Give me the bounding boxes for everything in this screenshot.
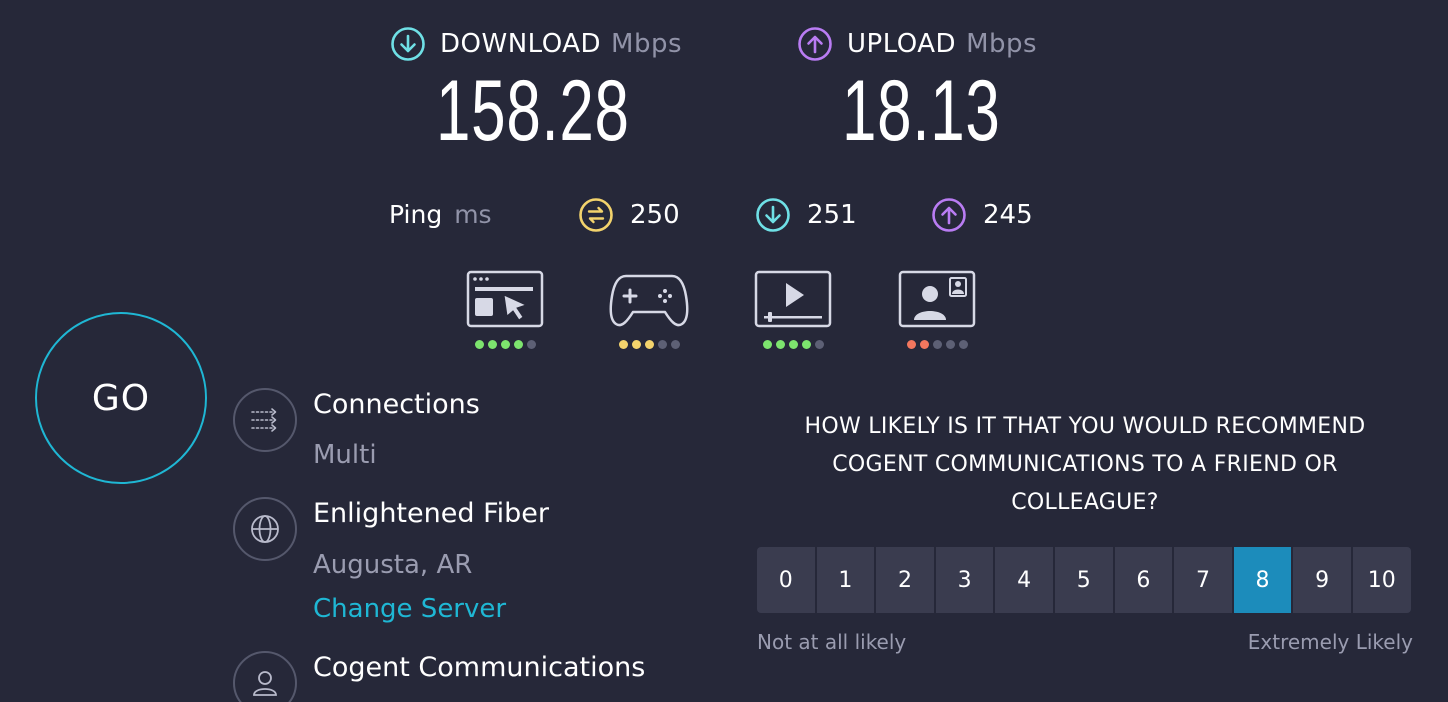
server-icon-wrap (233, 497, 297, 561)
video-streaming-icon (754, 270, 832, 328)
rating-dot (631, 340, 641, 349)
upload-latency-icon (932, 198, 966, 232)
server-title: Enlightened Fiber (313, 498, 549, 529)
video-call-icon (898, 270, 976, 328)
quality-rating-dots (618, 340, 680, 349)
score-option-9[interactable]: 9 (1293, 547, 1351, 613)
score-option-7[interactable]: 7 (1174, 547, 1232, 613)
download-label: DOWNLOAD (440, 29, 602, 59)
quality-video-streaming (754, 270, 832, 349)
rating-dot (513, 340, 523, 349)
upload-value: 18.13 (842, 63, 1001, 159)
quality-rating-dots (474, 340, 536, 349)
score-option-1[interactable]: 1 (816, 547, 875, 613)
rating-dot (644, 340, 654, 349)
survey-question: HOW LIKELY IS IT THAT YOU WOULD RECOMMEN… (804, 414, 1366, 515)
rating-dot (945, 340, 955, 349)
score-option-4[interactable]: 4 (995, 547, 1053, 613)
ping-upload-value: 245 (983, 200, 1033, 230)
idle-latency-icon (579, 198, 613, 232)
rating-dot (762, 340, 772, 349)
upload-header: UPLOAD Mbps (797, 26, 1037, 62)
rating-dot (932, 340, 942, 349)
rating-dot (775, 340, 785, 349)
download-value: 158.28 (436, 63, 630, 159)
rating-dot (474, 340, 484, 349)
gaming-icon (609, 274, 689, 327)
rating-dot (788, 340, 798, 349)
score-option-6[interactable]: 6 (1114, 547, 1173, 613)
quality-video-call (898, 270, 976, 349)
survey-low-label: Not at all likely (757, 630, 907, 654)
upload-arrow-icon (798, 27, 832, 61)
rating-dot (670, 340, 680, 349)
change-server-link[interactable]: Change Server (313, 594, 506, 624)
upload-unit: Mbps (966, 29, 1038, 59)
upload-label: UPLOAD (847, 29, 957, 59)
quality-web-browsing (466, 270, 544, 349)
rating-dot (919, 340, 929, 349)
score-option-10[interactable]: 10 (1352, 547, 1411, 613)
rating-dot (500, 340, 510, 349)
rating-dot (814, 340, 824, 349)
rating-dot (958, 340, 968, 349)
download-latency-icon (756, 198, 790, 232)
survey-high-label: Extremely Likely (1247, 630, 1413, 654)
rating-dot (657, 340, 667, 349)
globe-icon (251, 515, 279, 543)
rating-dot (801, 340, 811, 349)
ping-download: 251 (755, 197, 857, 233)
ping-download-value: 251 (807, 200, 857, 230)
provider-icon-wrap (233, 651, 297, 702)
download-header: DOWNLOAD Mbps (390, 26, 682, 62)
quality-gaming (608, 270, 690, 349)
ping-idle-value: 250 (630, 200, 680, 230)
download-arrow-icon (391, 27, 425, 61)
web-browsing-icon (466, 270, 544, 328)
score-option-3[interactable]: 3 (935, 547, 994, 613)
ping-unit: ms (454, 200, 492, 229)
connections-icon (251, 408, 277, 432)
connections-title: Connections (313, 389, 480, 420)
ping-upload: 245 (931, 197, 1033, 233)
score-option-5[interactable]: 5 (1054, 547, 1113, 613)
rating-dot (526, 340, 536, 349)
go-button[interactable]: GO (35, 312, 207, 484)
score-option-8[interactable]: 8 (1233, 547, 1292, 613)
quality-rating-dots (762, 340, 824, 349)
survey-scale: 0 1 2 3 4 5 6 7 8 9 10 (757, 547, 1411, 613)
server-location: Augusta, AR (313, 550, 473, 580)
user-icon (253, 671, 277, 696)
rating-dot (487, 340, 497, 349)
rating-dot (906, 340, 916, 349)
connections-icon-wrap (233, 388, 297, 452)
ping-label: Ping (389, 200, 443, 229)
download-unit: Mbps (611, 29, 683, 59)
quality-rating-dots (906, 340, 968, 349)
ping-idle: 250 (578, 197, 680, 233)
ping-label-group: Ping ms (389, 200, 492, 229)
provider-title: Cogent Communications (313, 652, 646, 683)
connections-value: Multi (313, 440, 377, 470)
score-option-0[interactable]: 0 (757, 547, 815, 613)
rating-dot (618, 340, 628, 349)
score-option-2[interactable]: 2 (876, 547, 934, 613)
